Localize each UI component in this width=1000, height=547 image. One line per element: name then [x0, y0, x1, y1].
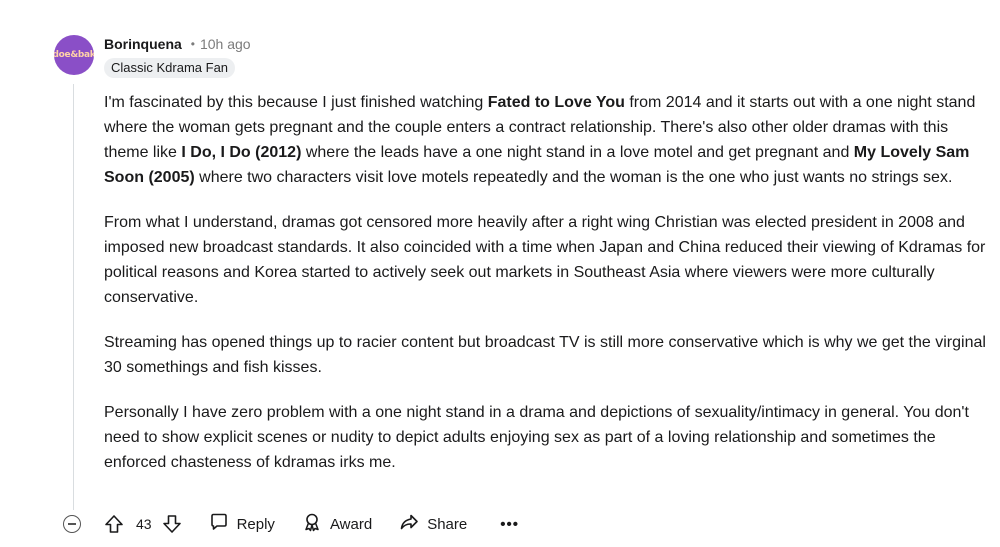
- collapse-icon[interactable]: [63, 515, 81, 533]
- comment-actions: 43 Reply Award Share •••: [63, 511, 519, 537]
- thread-line[interactable]: [73, 84, 74, 510]
- text-segment: where the leads have a one night stand i…: [301, 144, 854, 161]
- user-flair: Classic Kdrama Fan: [104, 58, 236, 78]
- reply-label: Reply: [236, 515, 275, 533]
- award-icon: [302, 512, 330, 536]
- speech-bubble-icon: [209, 512, 237, 536]
- comment-paragraph-1: I'm fascinated by this because I just fi…: [104, 90, 990, 190]
- text-segment: I'm fascinated by this because I just fi…: [104, 94, 488, 111]
- avatar-text: doe&bak: [54, 50, 94, 60]
- bold-title-fated-to-love-you: Fated to Love You: [487, 94, 625, 111]
- award-button[interactable]: Award: [302, 512, 372, 536]
- share-label: Share: [427, 515, 468, 533]
- award-label: Award: [329, 515, 373, 533]
- timestamp[interactable]: 10h ago: [200, 36, 251, 52]
- comment-body: I'm fascinated by this because I just fi…: [104, 90, 990, 495]
- reply-button[interactable]: Reply: [209, 512, 275, 536]
- username-link[interactable]: Borinquena: [104, 36, 182, 52]
- comment-paragraph-2: From what I understand, dramas got censo…: [104, 214, 986, 306]
- comment-paragraph-4: Personally I have zero problem with a on…: [104, 404, 969, 471]
- text-segment: where two characters visit love motels r…: [194, 169, 953, 186]
- downvote-icon[interactable]: [162, 514, 182, 534]
- bold-title-i-do-i-do: I Do, I Do (2012): [181, 144, 302, 161]
- share-arrow-icon: [399, 512, 427, 536]
- avatar[interactable]: doe&bak: [54, 35, 94, 75]
- more-options-button[interactable]: •••: [500, 516, 519, 533]
- vote-controls: 43: [104, 514, 182, 534]
- share-button[interactable]: Share: [399, 512, 467, 536]
- comment-paragraph-3: Streaming has opened things up to racier…: [104, 334, 986, 376]
- vote-score: 43: [136, 516, 152, 532]
- upvote-icon[interactable]: [104, 514, 124, 534]
- comment-meta: Borinquena • 10h ago: [104, 36, 251, 52]
- meta-separator: •: [190, 37, 195, 51]
